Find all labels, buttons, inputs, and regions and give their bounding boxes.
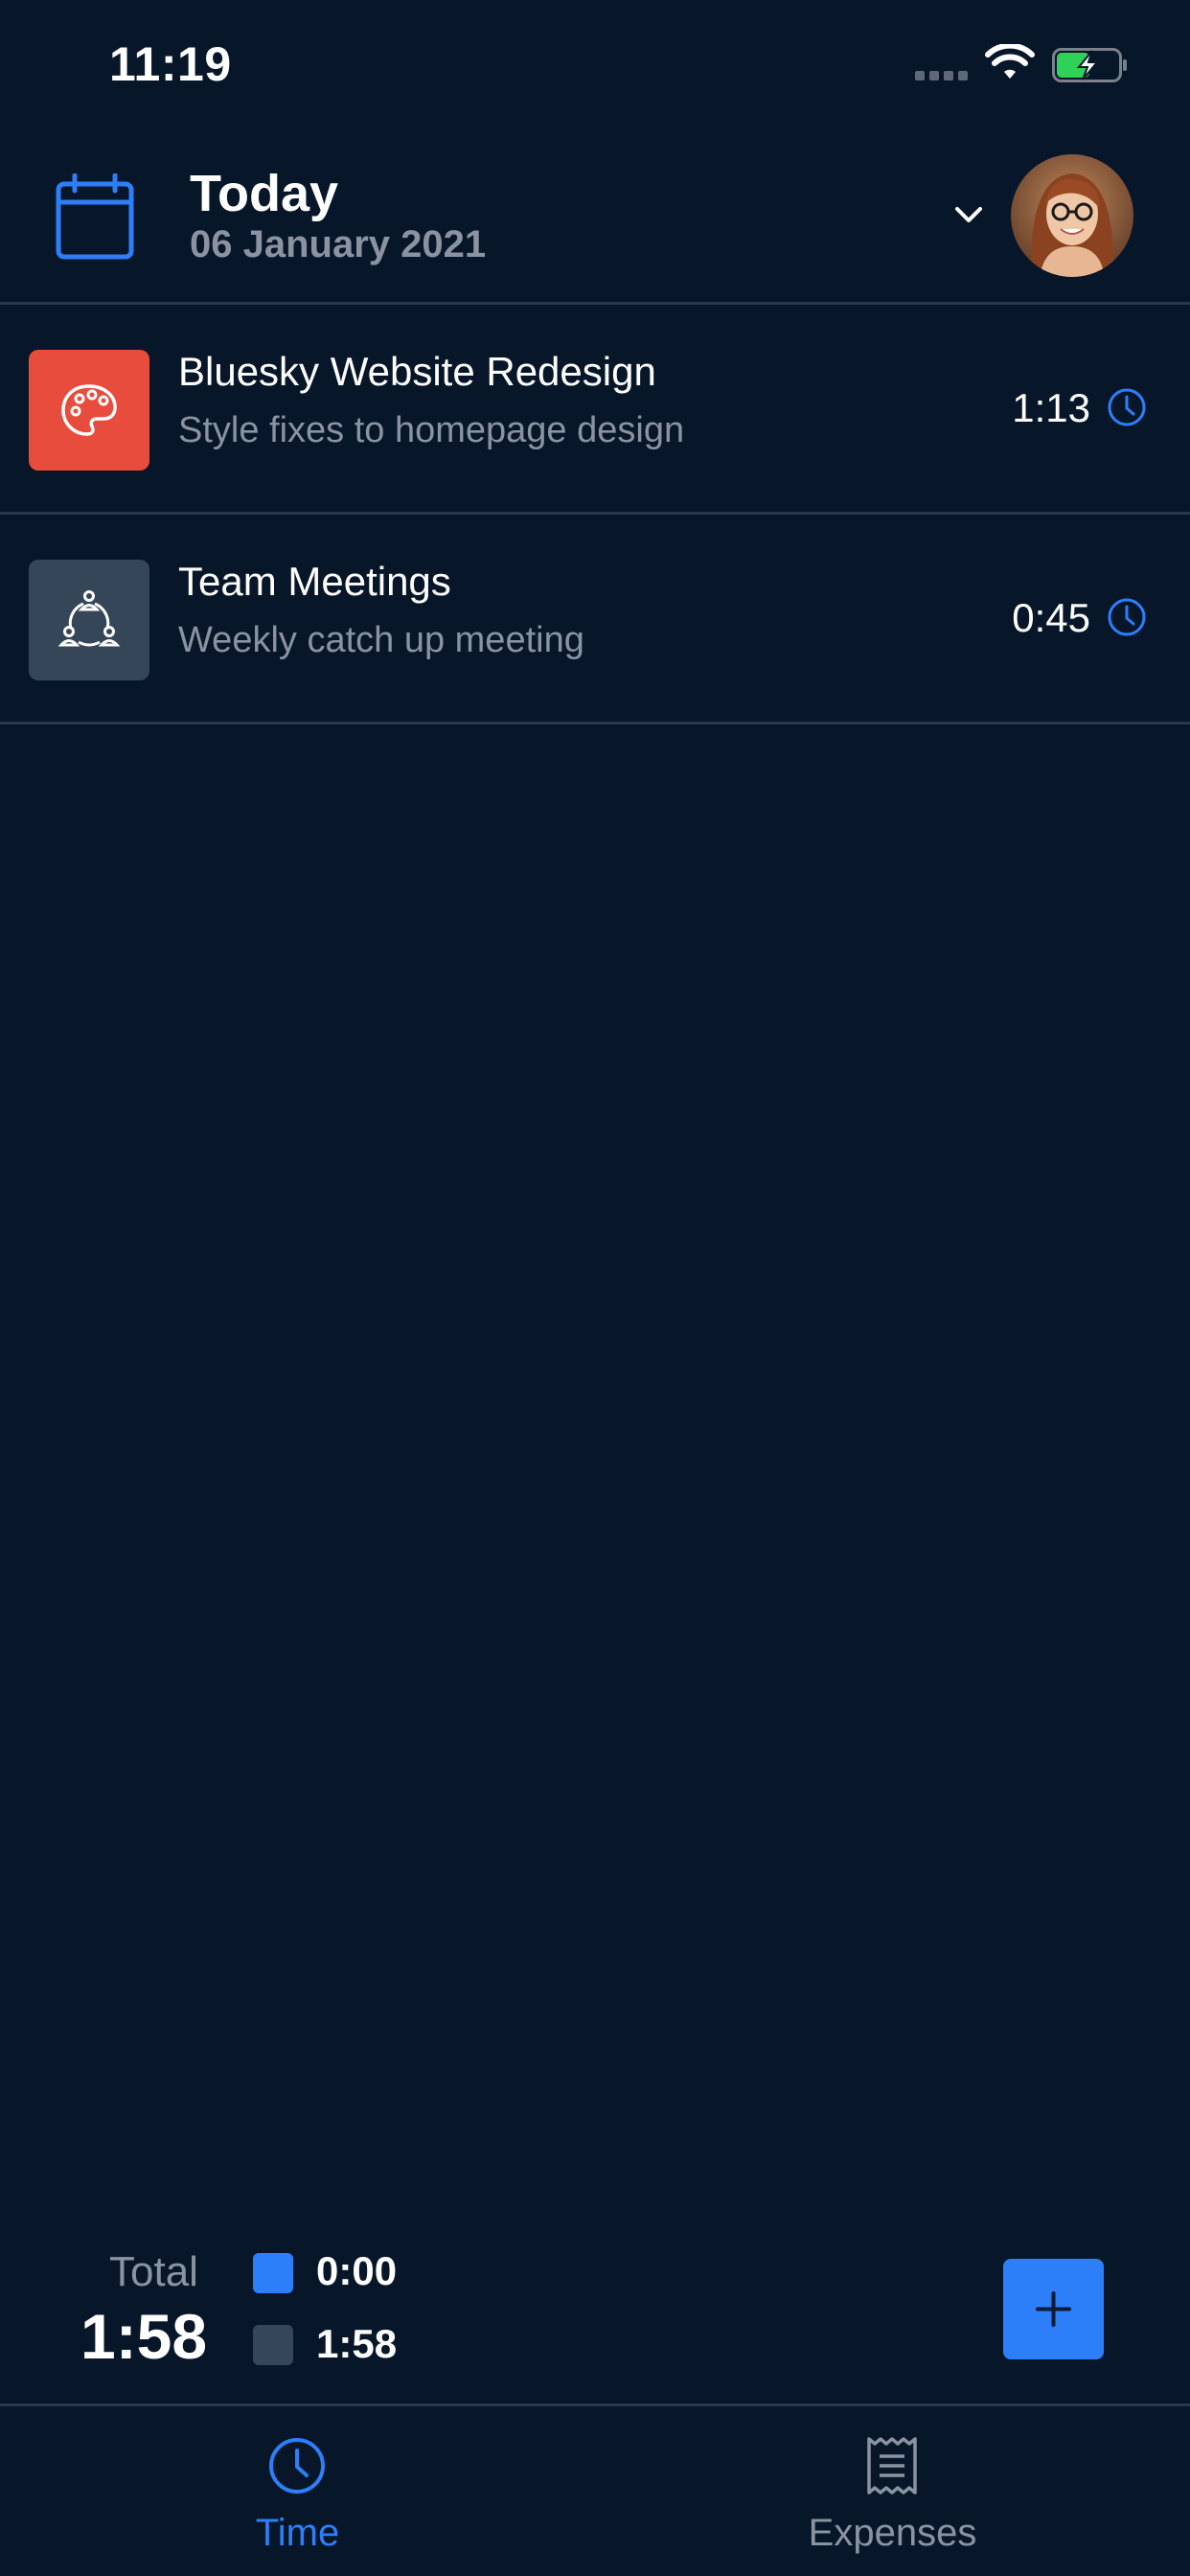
- clock-icon: [269, 2438, 325, 2494]
- tab-bar: Time Expenses: [0, 2404, 1190, 2576]
- non-billable-swatch: [253, 2325, 293, 2365]
- entry-duration: 0:45: [1012, 595, 1090, 640]
- calendar-icon[interactable]: [56, 173, 134, 260]
- project-icon-tile: [29, 350, 149, 471]
- billable-swatch: [253, 2253, 293, 2293]
- battery-charging-icon: [1052, 48, 1127, 82]
- tab-expenses[interactable]: Expenses: [595, 2406, 1190, 2576]
- selected-date[interactable]: 06 January 2021: [190, 223, 486, 266]
- entry-title: Bluesky Website Redesign: [178, 349, 656, 394]
- tab-time[interactable]: Time: [0, 2406, 595, 2576]
- entry-duration: 1:13: [1012, 385, 1090, 430]
- receipt-icon: [867, 2437, 917, 2495]
- list-item[interactable]: Bluesky Website Redesign Style fixes to …: [0, 305, 1190, 515]
- entry-subtitle: Style fixes to homepage design: [178, 410, 685, 450]
- app-screen: 11:19 Today 06 January 2021 Bluesky Webs…: [0, 0, 1190, 2576]
- clock-icon[interactable]: [1107, 387, 1147, 427]
- total-label: Total: [109, 2248, 198, 2295]
- project-icon-tile: [29, 560, 149, 680]
- tab-label: Expenses: [808, 2512, 977, 2554]
- entry-title: Team Meetings: [178, 559, 451, 604]
- status-bar: 11:19: [0, 0, 1190, 129]
- team-icon: [57, 590, 121, 647]
- avatar[interactable]: [1011, 154, 1133, 277]
- legend-value: 0:00: [316, 2248, 398, 2293]
- cellular-signal-icon: [915, 71, 971, 80]
- tab-label: Time: [255, 2512, 340, 2554]
- clock-icon[interactable]: [1107, 597, 1147, 637]
- total-value: 1:58: [80, 2301, 208, 2372]
- palette-icon: [61, 384, 117, 436]
- totals-summary: Total 1:58 0:00 1:58: [0, 2233, 1190, 2405]
- legend-value: 1:58: [316, 2321, 398, 2366]
- wifi-icon: [985, 44, 1035, 79]
- plus-icon: [1036, 2291, 1071, 2327]
- page-title[interactable]: Today: [190, 164, 338, 223]
- list-item[interactable]: Team Meetings Weekly catch up meeting 0:…: [0, 515, 1190, 724]
- status-time: 11:19: [109, 37, 232, 91]
- date-header: Today 06 January 2021: [0, 129, 1190, 305]
- entry-subtitle: Weekly catch up meeting: [178, 620, 584, 660]
- add-entry-button[interactable]: [1003, 2259, 1104, 2359]
- chevron-down-icon[interactable]: [951, 200, 986, 229]
